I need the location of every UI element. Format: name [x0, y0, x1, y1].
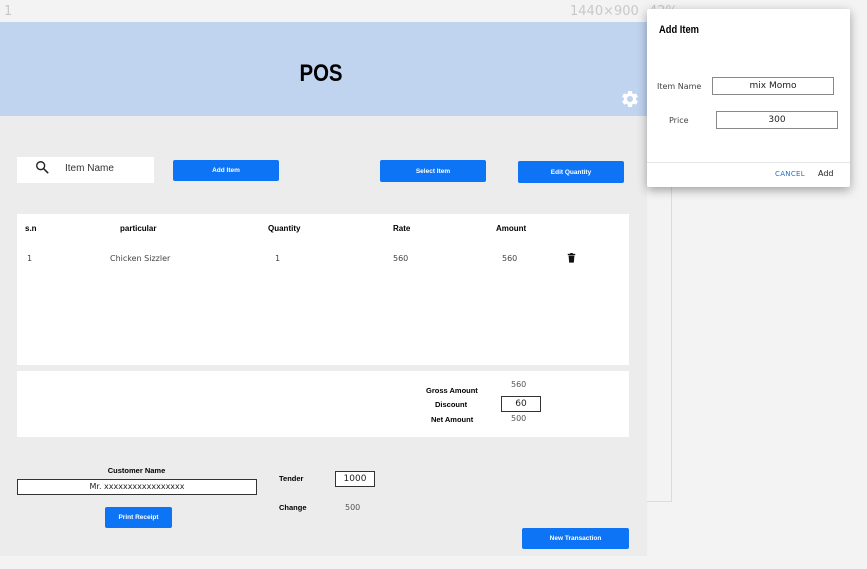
- app-header: POS: [0, 22, 647, 116]
- customer-name-label: Customer Name: [107, 466, 166, 475]
- frame-dimensions: 1440×900: [570, 4, 639, 19]
- column-header-quantity: Quantity: [268, 224, 301, 233]
- tender-label: Tender: [279, 474, 304, 483]
- cell-sn: 1: [27, 254, 33, 263]
- new-transaction-button[interactable]: New Transaction: [522, 528, 629, 549]
- summary-panel: Gross Amount 560 Discount 60 Net Amount …: [17, 371, 629, 437]
- cell-rate: 560: [393, 254, 409, 263]
- select-item-button[interactable]: Select Item: [380, 160, 486, 182]
- add-item-dialog: Add Item Item Name mix Momo Price 300 CA…: [647, 9, 850, 187]
- tender-field[interactable]: 1000: [335, 471, 375, 487]
- dialog-divider: [647, 162, 850, 163]
- gear-icon[interactable]: [620, 89, 640, 109]
- search-input[interactable]: Item Name: [17, 157, 154, 183]
- column-header-amount: Amount: [496, 224, 527, 233]
- change-value: 500: [345, 503, 361, 512]
- gross-amount-value: 560: [511, 380, 527, 389]
- net-amount-label: Net Amount: [431, 415, 474, 424]
- discount-label: Discount: [435, 400, 468, 409]
- trash-icon[interactable]: [567, 253, 576, 263]
- net-amount-value: 500: [511, 414, 527, 423]
- price-label: Price: [669, 116, 689, 125]
- print-receipt-button[interactable]: Print Receipt: [105, 507, 172, 528]
- customer-name-field[interactable]: Mr. xxxxxxxxxxxxxxxxx: [17, 479, 257, 495]
- item-name-label: Item Name: [657, 82, 702, 91]
- dialog-title: Add Item: [659, 24, 700, 36]
- page-title: POS: [299, 60, 343, 87]
- add-button[interactable]: Add: [818, 169, 834, 178]
- cell-amount: 560: [502, 254, 518, 263]
- items-table: s.n particular Quantity Rate Amount 1 Ch…: [17, 214, 629, 365]
- gross-amount-label: Gross Amount: [426, 386, 478, 395]
- cell-particular: Chicken Sizzler: [110, 254, 171, 263]
- cancel-button[interactable]: CANCEL: [775, 170, 805, 178]
- column-header-sn: s.n: [25, 224, 37, 233]
- cell-quantity: 1: [275, 254, 281, 263]
- item-name-field[interactable]: mix Momo: [712, 77, 834, 95]
- change-label: Change: [279, 503, 307, 512]
- column-header-particular: particular: [120, 224, 157, 233]
- pos-app: POS Item Name Add Item Select Item Edit …: [0, 22, 647, 556]
- discount-input[interactable]: 60: [501, 396, 541, 412]
- column-header-rate: Rate: [393, 224, 411, 233]
- price-field[interactable]: 300: [716, 111, 838, 129]
- frame-number: 1: [4, 4, 13, 19]
- add-item-button[interactable]: Add Item: [173, 160, 279, 181]
- search-placeholder: Item Name: [65, 163, 114, 174]
- edit-quantity-button[interactable]: Edit Quantity: [518, 161, 624, 183]
- search-icon: [36, 161, 49, 174]
